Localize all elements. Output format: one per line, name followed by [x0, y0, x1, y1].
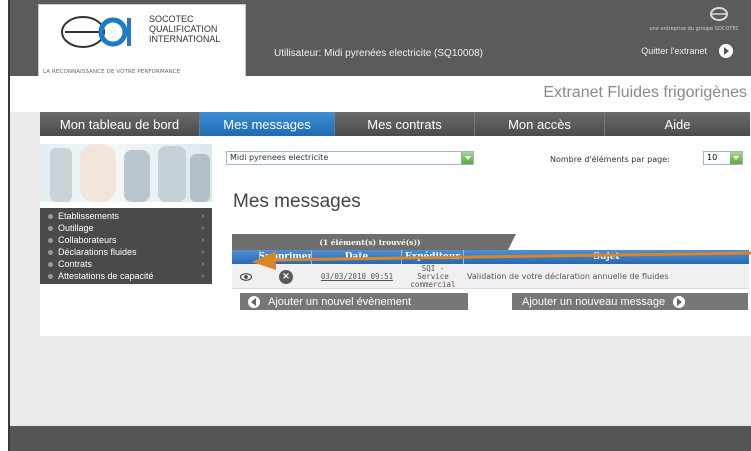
bullet-icon: [48, 237, 53, 243]
sidebar-item-label: Contrats: [58, 259, 93, 269]
socotec-group-icon: [710, 7, 728, 21]
view-cell[interactable]: [232, 264, 260, 289]
sidebar-menu: Etablissements › Outillage › Collaborateur…: [40, 208, 212, 284]
table-header: Supprimer Date Expéditeur Sujet: [232, 250, 749, 264]
quit-extranet-link[interactable]: Quitter l'extranet: [641, 46, 707, 56]
chevron-down-icon[interactable]: [730, 152, 742, 164]
sidebar-item-etablissements[interactable]: Etablissements ›: [40, 210, 212, 222]
bullet-icon: [48, 249, 53, 255]
message-subject[interactable]: Validation de votre déclaration annuelle…: [464, 264, 749, 289]
column-header-sender[interactable]: Expéditeur: [402, 250, 464, 264]
bullet-icon: [48, 261, 53, 267]
delete-icon[interactable]: ×: [279, 269, 293, 284]
arrow-right-icon: [673, 295, 686, 308]
sqi-logo[interactable]: SOCOTEC QUALIFICATION INTERNATIONAL LA R…: [38, 4, 246, 78]
user-info: Utilisateur: Midi pyrenées electricite (…: [274, 48, 483, 59]
chevron-right-icon: ›: [201, 212, 204, 220]
site-header: SOCOTEC QUALIFICATION INTERNATIONAL LA R…: [10, 0, 751, 78]
add-event-label: Ajouter un nouvel évènement: [268, 295, 412, 308]
sender-line-2: commercial: [410, 279, 456, 289]
logo-tagline: LA RECONNAISSANCE DE VOTRE PERFORMANCE: [43, 69, 181, 75]
sidebar-photo: [40, 144, 212, 202]
sidebar-item-collaborateurs[interactable]: Collaborateurs ›: [40, 234, 212, 246]
arrow-left-icon: [248, 295, 260, 308]
delete-cell: ×: [260, 264, 312, 289]
sidebar-item-label: Collaborateurs: [58, 235, 117, 245]
column-header-view: [232, 250, 260, 264]
per-page-value: 10: [707, 153, 718, 162]
arrow-right-icon[interactable]: [719, 44, 733, 58]
page-footer: [10, 426, 751, 451]
nav-dashboard[interactable]: Mon tableau de bord: [40, 112, 200, 136]
sidebar-item-declarations[interactable]: Déclarations fluides ›: [40, 246, 212, 258]
sq-logo-icon: [61, 16, 131, 48]
page-title: Mes messages: [233, 191, 361, 212]
add-message-button[interactable]: Ajouter un nouveau message: [512, 293, 748, 310]
chevron-right-icon: ›: [201, 260, 204, 268]
per-page-select[interactable]: 10: [703, 151, 743, 165]
group-label: une entreprise du groupe SOCOTEC: [649, 26, 739, 32]
bullet-icon: [48, 213, 53, 219]
eye-icon[interactable]: [240, 272, 252, 281]
bullet-icon: [48, 273, 53, 279]
sidebar-item-contrats[interactable]: Contrats ›: [40, 258, 212, 270]
logo-line-2: QUALIFICATION: [149, 24, 218, 34]
chevron-right-icon: ›: [201, 236, 204, 244]
column-header-subject[interactable]: Sujet: [464, 250, 749, 264]
message-sender: SQI - Service commercial: [402, 264, 464, 289]
chevron-right-icon: ›: [201, 248, 204, 256]
sender-line-1: SQI - Service: [417, 264, 449, 281]
logo-wordmark: SOCOTEC QUALIFICATION INTERNATIONAL: [149, 14, 220, 44]
column-header-date[interactable]: Date: [312, 250, 402, 264]
nav-access[interactable]: Mon accès: [475, 112, 605, 136]
browser-frame: SOCOTEC QUALIFICATION INTERNATIONAL LA R…: [8, 0, 751, 451]
message-date[interactable]: 03/03/2010 09:51: [312, 264, 402, 289]
add-event-button[interactable]: Ajouter un nouvel évènement: [240, 293, 468, 310]
company-select-value: Midi pyrenees electricite: [230, 153, 329, 162]
nav-contracts[interactable]: Mes contrats: [335, 112, 475, 136]
result-count: (1 élément(s) trouvé(s)): [232, 234, 516, 250]
bullet-icon: [48, 225, 53, 231]
table-row[interactable]: × 03/03/2010 09:51 SQI - Service commerc…: [232, 264, 749, 289]
company-select[interactable]: Midi pyrenees electricite: [226, 151, 474, 165]
logo-line-1: SOCOTEC: [149, 14, 194, 24]
sidebar-item-label: Déclarations fluides: [58, 247, 137, 257]
logo-line-3: INTERNATIONAL: [149, 34, 221, 44]
main-nav: Mon tableau de bord Mes messages Mes con…: [40, 112, 750, 136]
nav-messages[interactable]: Mes messages: [200, 112, 335, 136]
sidebar-item-label: Attestations de capacité: [58, 271, 154, 281]
chevron-down-icon[interactable]: [461, 152, 473, 164]
add-message-label: Ajouter un nouveau message: [522, 295, 666, 308]
main-content: Etablissements › Outillage › Collaborateur…: [40, 136, 751, 336]
extranet-title: Extranet Fluides frigorigènes: [543, 84, 747, 101]
chevron-right-icon: ›: [201, 272, 204, 280]
sidebar-item-attestations[interactable]: Attestations de capacité ›: [40, 270, 212, 282]
nav-help[interactable]: Aide: [605, 112, 750, 136]
sidebar-item-outillage[interactable]: Outillage ›: [40, 222, 212, 234]
per-page-label: Nombre d'éléments par page:: [550, 155, 670, 164]
chevron-right-icon: ›: [201, 224, 204, 232]
column-header-delete[interactable]: Supprimer: [260, 250, 312, 264]
sidebar-item-label: Outillage: [58, 223, 94, 233]
sidebar-item-label: Etablissements: [58, 211, 120, 221]
